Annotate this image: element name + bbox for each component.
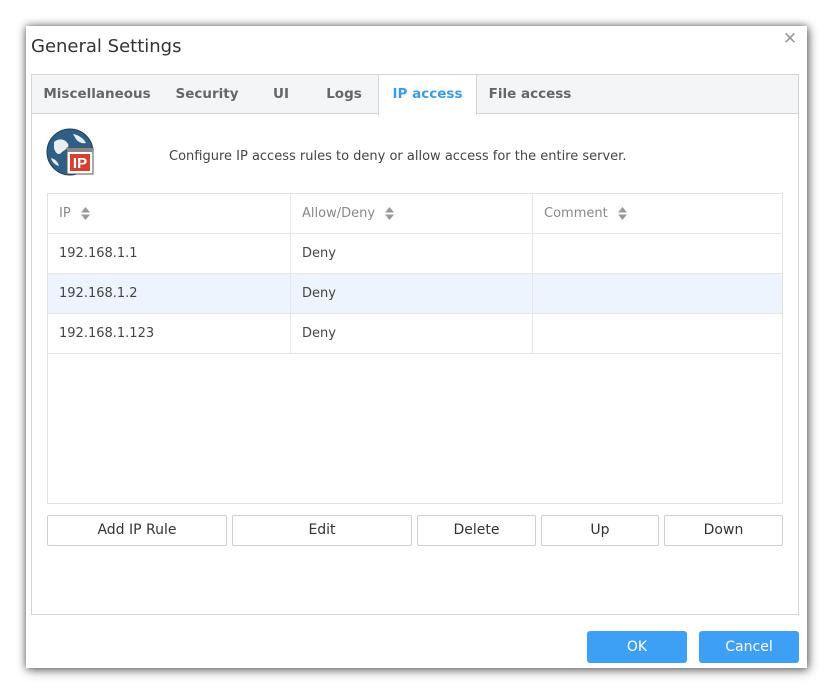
sort-icon xyxy=(385,207,395,220)
tab-ui[interactable]: UI xyxy=(252,75,310,114)
column-header-label: Allow/Deny xyxy=(302,206,376,221)
close-icon[interactable]: ✕ xyxy=(781,30,799,48)
tab-file-access[interactable]: File access xyxy=(477,75,583,114)
sort-icon xyxy=(617,207,627,220)
table-row[interactable]: 192.168.1.2 Deny xyxy=(48,274,782,314)
cell-comment xyxy=(533,314,782,353)
tab-ip-access[interactable]: IP access xyxy=(378,75,477,115)
table-row[interactable]: 192.168.1.1 Deny xyxy=(48,234,782,274)
edit-button[interactable]: Edit xyxy=(232,515,412,546)
ip-globe-icon: IP xyxy=(46,128,94,176)
table-header-row: IP Allow/Deny Comment xyxy=(48,194,782,234)
general-settings-dialog: General Settings ✕ Miscellaneous Securit… xyxy=(26,26,807,668)
tab-logs[interactable]: Logs xyxy=(310,75,378,114)
down-button[interactable]: Down xyxy=(664,515,783,546)
tab-security[interactable]: Security xyxy=(162,75,252,114)
cell-allow-deny: Deny xyxy=(291,274,533,313)
cell-comment xyxy=(533,234,782,273)
delete-button[interactable]: Delete xyxy=(417,515,536,546)
ip-icon-text: IP xyxy=(73,155,87,172)
cell-ip: 192.168.1.2 xyxy=(48,274,291,313)
up-button[interactable]: Up xyxy=(541,515,659,546)
cell-allow-deny: Deny xyxy=(291,314,533,353)
table-row[interactable]: 192.168.1.123 Deny xyxy=(48,314,782,354)
add-ip-rule-button[interactable]: Add IP Rule xyxy=(47,515,227,546)
cancel-button[interactable]: Cancel xyxy=(699,631,799,663)
cell-comment xyxy=(533,274,782,313)
column-header-label: Comment xyxy=(544,206,608,221)
settings-panel: Miscellaneous Security UI Logs IP access… xyxy=(31,74,799,615)
ip-rules-table: IP Allow/Deny Comment 192.168.1.1 Deny 1 xyxy=(47,193,783,504)
dialog-title: General Settings xyxy=(31,36,182,57)
cell-allow-deny: Deny xyxy=(291,234,533,273)
cell-ip: 192.168.1.123 xyxy=(48,314,291,353)
cell-ip: 192.168.1.1 xyxy=(48,234,291,273)
ip-access-description: Configure IP access rules to deny or all… xyxy=(169,149,627,164)
column-header-allow-deny[interactable]: Allow/Deny xyxy=(291,194,533,233)
column-header-ip[interactable]: IP xyxy=(48,194,291,233)
tab-bar: Miscellaneous Security UI Logs IP access… xyxy=(32,75,798,115)
ok-button[interactable]: OK xyxy=(587,631,687,663)
column-header-comment[interactable]: Comment xyxy=(533,194,782,233)
sort-icon xyxy=(80,207,90,220)
column-header-label: IP xyxy=(59,206,71,221)
tab-miscellaneous[interactable]: Miscellaneous xyxy=(32,75,162,114)
